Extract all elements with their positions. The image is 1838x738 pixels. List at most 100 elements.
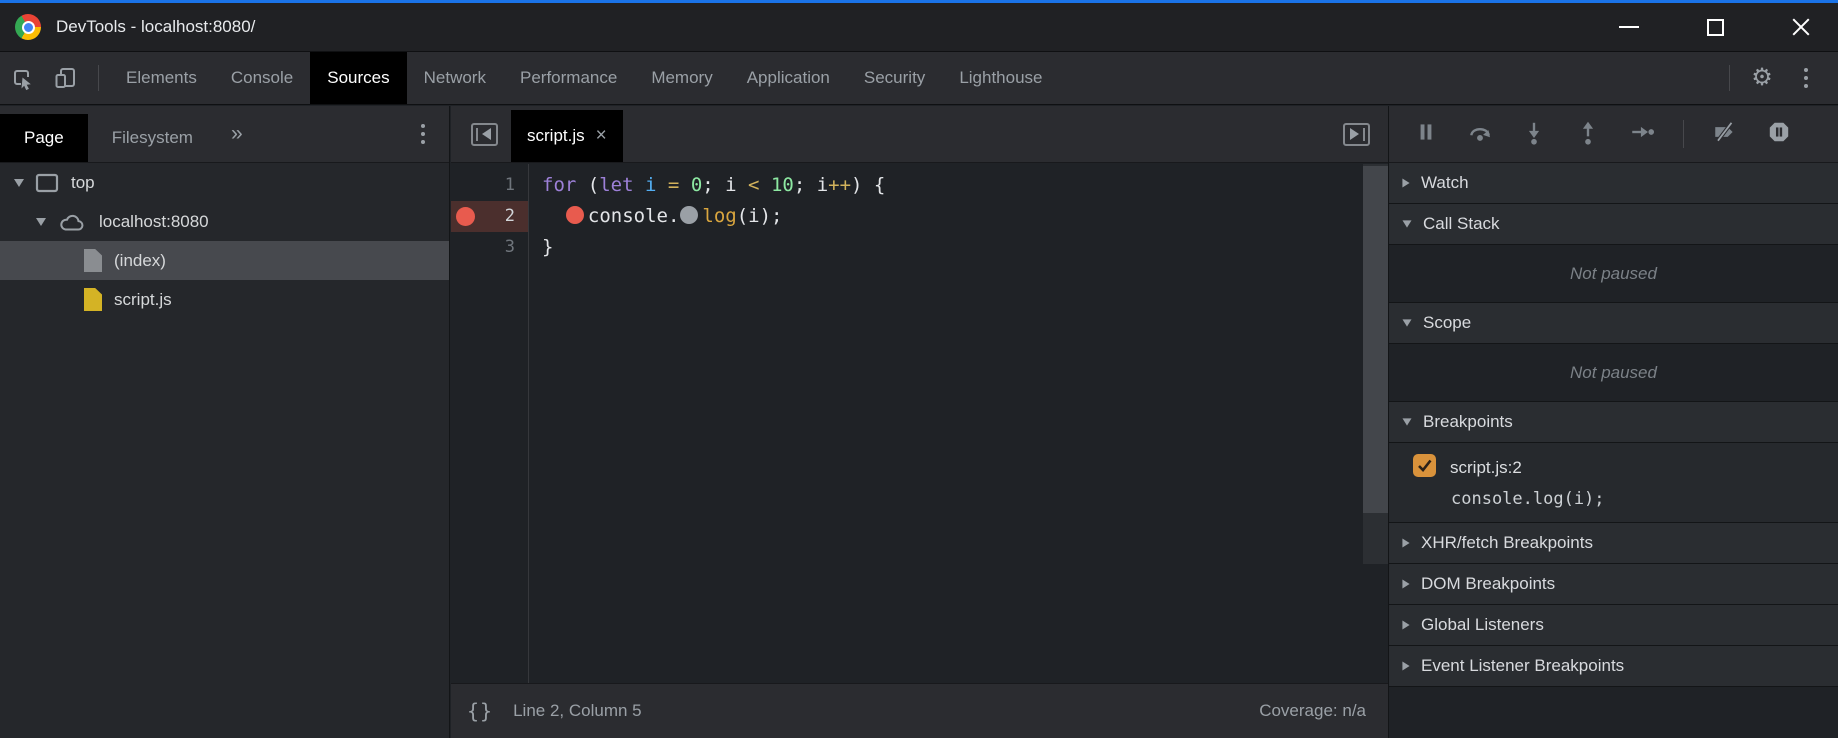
paused-status-message: Not paused — [1389, 344, 1838, 402]
breakpoint-entry[interactable]: script.js:2console.log(i); — [1389, 443, 1838, 523]
code-line-3[interactable]: } — [542, 232, 1362, 263]
line-number-1[interactable]: 1 — [451, 170, 528, 201]
section-header-breakpoints[interactable]: Breakpoints — [1389, 402, 1838, 443]
inline-breakpoint-active-icon[interactable] — [566, 206, 584, 224]
more-tabs-icon[interactable]: » — [231, 122, 243, 146]
section-arrow-icon — [1402, 621, 1409, 630]
step-into-icon — [1521, 119, 1547, 150]
pretty-print-button[interactable]: {} — [467, 699, 493, 723]
editor-status-bar: {} Line 2, Column 5 Coverage: n/a — [451, 683, 1388, 738]
tree-item-label: top — [71, 173, 95, 193]
frame-icon — [35, 173, 59, 193]
panel-tabs: ElementsConsoleSourcesNetworkPerformance… — [109, 52, 1060, 104]
window-title: DevTools - localhost:8080/ — [56, 17, 255, 37]
close-button[interactable] — [1778, 11, 1824, 43]
tree-item-script-js[interactable]: script.js — [0, 280, 449, 319]
scrollbar-thumb[interactable] — [1363, 166, 1388, 513]
debugger-pane: WatchCall StackNot pausedScopeNot paused… — [1388, 106, 1838, 738]
section-arrow-icon — [1403, 418, 1412, 425]
step-out-button[interactable] — [1575, 121, 1601, 147]
minimize-button[interactable] — [1606, 11, 1652, 43]
tree-item-top[interactable]: top — [0, 163, 449, 202]
tab-console[interactable]: Console — [214, 52, 310, 104]
step-into-button[interactable] — [1521, 121, 1547, 147]
code-token: < — [748, 174, 759, 196]
code-token: 0 — [691, 174, 702, 196]
editor-tab-label: script.js — [527, 126, 585, 146]
maximize-button[interactable] — [1692, 11, 1738, 43]
section-header-dom-breakpoints[interactable]: DOM Breakpoints — [1389, 564, 1838, 605]
tree-expand-arrow-icon[interactable] — [36, 218, 46, 226]
step-over-button[interactable] — [1467, 121, 1493, 147]
section-title: Scope — [1423, 313, 1471, 333]
navigator-header: PageFilesystem » — [0, 106, 449, 163]
tree-item-label: (index) — [114, 251, 166, 271]
tab-sources[interactable]: Sources — [310, 52, 406, 104]
deactivate-breakpoints-icon — [1712, 119, 1738, 150]
section-header-watch[interactable]: Watch — [1389, 163, 1838, 204]
pause-on-exceptions-button[interactable] — [1766, 121, 1792, 147]
navigator-tab-filesystem[interactable]: Filesystem — [88, 114, 217, 162]
more-options-button[interactable] — [1784, 52, 1828, 104]
debugger-toolbar — [1389, 106, 1838, 163]
device-toolbar-button[interactable] — [44, 52, 88, 104]
hide-navigator-button[interactable] — [471, 123, 498, 146]
main-toolbar: ElementsConsoleSourcesNetworkPerformance… — [0, 52, 1838, 105]
tab-lighthouse[interactable]: Lighthouse — [942, 52, 1059, 104]
section-arrow-icon — [1403, 319, 1412, 326]
code-editor[interactable]: 123 for (let i = 0; i < 10; i++) { conso… — [451, 164, 1388, 683]
code-token: ; i — [794, 174, 828, 196]
section-header-scope[interactable]: Scope — [1389, 303, 1838, 344]
tree-item-index[interactable]: (index) — [0, 241, 449, 280]
breakpoint-marker-icon[interactable] — [456, 207, 475, 226]
code-token — [634, 174, 645, 196]
tab-application[interactable]: Application — [730, 52, 847, 104]
tree-expand-arrow-icon[interactable] — [14, 179, 24, 187]
cloud-icon — [57, 211, 87, 233]
show-debugger-button[interactable] — [1343, 123, 1370, 146]
pause-button[interactable] — [1413, 121, 1439, 147]
step-out-icon — [1575, 119, 1601, 150]
step-button[interactable] — [1629, 121, 1655, 147]
deactivate-breakpoints-button[interactable] — [1712, 121, 1738, 147]
step-icon — [1629, 119, 1655, 150]
code-token: i — [645, 174, 656, 196]
line-number-2[interactable]: 2 — [451, 201, 528, 232]
code-line-1[interactable]: for (let i = 0; i < 10; i++) { — [542, 170, 1362, 201]
breakpoint-checkbox[interactable] — [1413, 454, 1436, 482]
section-title: Call Stack — [1423, 214, 1500, 234]
toolbar-separator — [1729, 65, 1730, 91]
code-token: for — [542, 174, 576, 196]
tree-item-localhost-8080[interactable]: localhost:8080 — [0, 202, 449, 241]
tab-memory[interactable]: Memory — [634, 52, 729, 104]
navigator-tab-page[interactable]: Page — [0, 114, 88, 162]
minimize-icon — [1619, 26, 1639, 28]
section-header-event-listener-breakpoints[interactable]: Event Listener Breakpoints — [1389, 646, 1838, 687]
tree-item-label: localhost:8080 — [99, 212, 209, 232]
section-arrow-icon — [1402, 179, 1409, 188]
collapse-left-icon — [482, 128, 491, 140]
section-header-global-listeners[interactable]: Global Listeners — [1389, 605, 1838, 646]
editor-scrollbar[interactable] — [1363, 164, 1388, 564]
navigator-more-button[interactable] — [421, 124, 425, 144]
editor-gutter: 123 — [451, 164, 529, 683]
tab-elements[interactable]: Elements — [109, 52, 214, 104]
editor-tab-scriptjs[interactable]: script.js × — [511, 110, 623, 162]
inline-breakpoint-candidate-icon[interactable] — [680, 206, 698, 224]
tab-close-icon[interactable]: × — [596, 125, 607, 147]
tab-performance[interactable]: Performance — [503, 52, 634, 104]
section-header-xhr-fetch-breakpoints[interactable]: XHR/fetch Breakpoints — [1389, 523, 1838, 564]
line-number-3[interactable]: 3 — [451, 232, 528, 263]
section-arrow-icon — [1402, 662, 1409, 671]
settings-button[interactable]: ⚙ — [1740, 52, 1784, 104]
tab-network[interactable]: Network — [407, 52, 503, 104]
device-toolbar-icon — [53, 65, 79, 91]
navigator-pane: PageFilesystem » toplocalhost:8080 (index… — [0, 106, 450, 738]
title-bar: DevTools - localhost:8080/ — [0, 0, 1838, 52]
inspect-element-button[interactable] — [0, 52, 44, 104]
code-line-2[interactable]: console.log(i); — [542, 201, 1362, 232]
tab-security[interactable]: Security — [847, 52, 942, 104]
code-token: ++ — [828, 174, 851, 196]
code-token: (i); — [737, 205, 783, 227]
section-header-call-stack[interactable]: Call Stack — [1389, 204, 1838, 245]
